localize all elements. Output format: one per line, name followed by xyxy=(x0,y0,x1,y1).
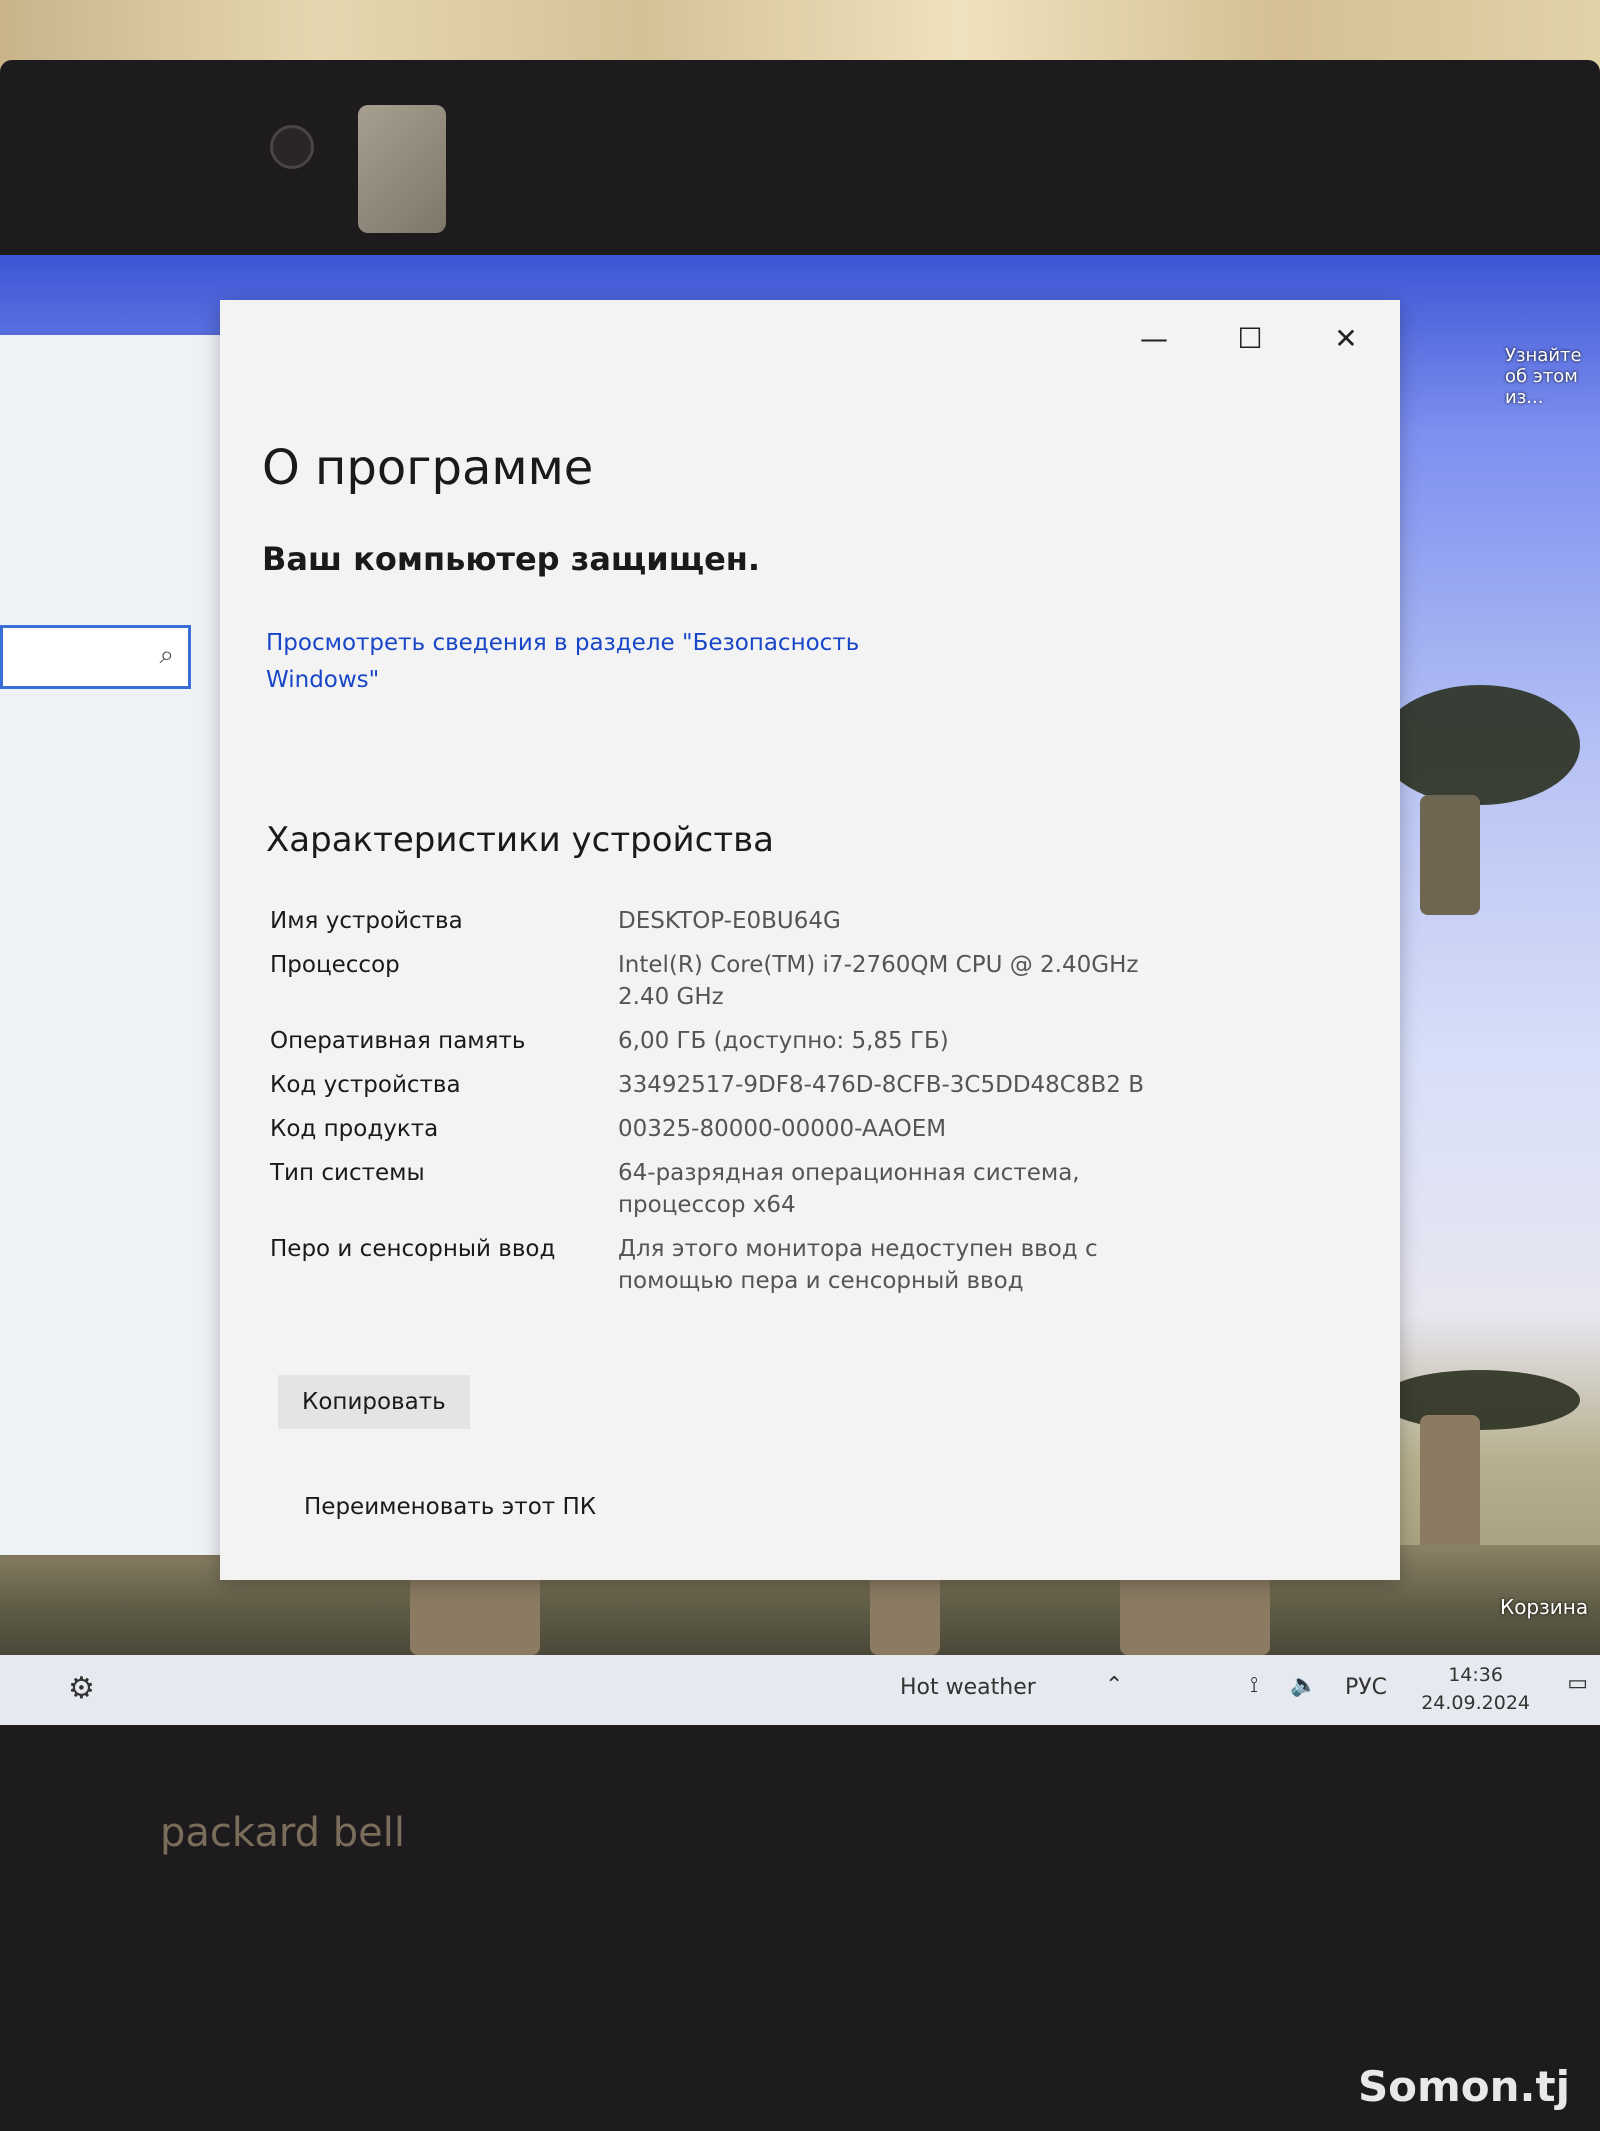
desktop-info-label[interactable]: Узнайте об этом из... xyxy=(1505,345,1595,408)
network-icon[interactable]: ⟟ xyxy=(1250,1673,1258,1698)
spec-row: Процессор Intel(R) Core(TM) i7-2760QM CP… xyxy=(270,949,1270,1013)
clock-time: 14:36 xyxy=(1448,1664,1503,1686)
about-window: — ☐ ✕ О программе Ваш компьютер защищен.… xyxy=(220,300,1400,1580)
maximize-button[interactable]: ☐ xyxy=(1226,318,1274,358)
volume-icon[interactable]: 🔈 xyxy=(1290,1673,1317,1698)
tree-canopy xyxy=(1380,1370,1580,1430)
spec-value: 64-разрядная операционная система, проце… xyxy=(618,1160,1080,1218)
spec-value: Для этого монитора недоступен ввод с пом… xyxy=(618,1236,1098,1294)
minimize-button[interactable]: — xyxy=(1130,318,1178,358)
spec-key: Тип системы xyxy=(270,1160,425,1186)
spec-value: 6,00 ГБ (доступно: 5,85 ГБ) xyxy=(618,1028,949,1054)
taskbar: ⚙ Hot weather ⌃ ⟟ 🔈 РУС 14:36 24.09.2024… xyxy=(0,1655,1600,1725)
spec-row: Код устройства 33492517-9DF8-476D-8CFB-3… xyxy=(270,1069,1270,1101)
protection-status: Ваш компьютер защищен. xyxy=(262,540,761,578)
weather-widget[interactable]: Hot weather xyxy=(900,1675,1036,1700)
window-controls: — ☐ ✕ xyxy=(1130,318,1370,358)
sticker xyxy=(358,105,446,233)
spec-row: Имя устройства DESKTOP-E0BU64G xyxy=(270,905,1270,937)
notification-icon[interactable]: ▭ xyxy=(1567,1671,1588,1696)
copy-button[interactable]: Копировать xyxy=(278,1375,470,1429)
close-button[interactable]: ✕ xyxy=(1322,318,1370,358)
spec-value: 33492517-9DF8-476D-8CFB-3C5DD48C8B2 B xyxy=(618,1072,1144,1098)
spec-key: Код продукта xyxy=(270,1116,439,1142)
spec-value: DESKTOP-E0BU64G xyxy=(618,908,841,934)
settings-side-panel: ⌕ xyxy=(0,335,220,1555)
laptop-brand-logo: packard bell xyxy=(160,1810,405,1856)
clock[interactable]: 14:36 24.09.2024 xyxy=(1421,1661,1530,1717)
rename-pc-button[interactable]: Переименовать этот ПК xyxy=(280,1480,620,1534)
clock-date: 24.09.2024 xyxy=(1421,1692,1530,1714)
chevron-up-icon[interactable]: ⌃ xyxy=(1105,1673,1123,1698)
tree-trunk xyxy=(1420,795,1480,915)
tree-canopy xyxy=(1380,685,1580,805)
spec-key: Оперативная память xyxy=(270,1028,526,1054)
search-input[interactable]: ⌕ xyxy=(0,625,191,689)
spec-key: Процессор xyxy=(270,952,400,978)
spec-key: Перо и сенсорный ввод xyxy=(270,1236,556,1262)
screen: ⌕ Узнайте об этом из... Корзина — ☐ ✕ О … xyxy=(0,255,1600,1725)
watermark: Somon.tj xyxy=(1357,2062,1570,2111)
language-indicator[interactable]: РУС xyxy=(1345,1675,1387,1700)
spec-key: Код устройства xyxy=(270,1072,461,1098)
spec-row: Тип системы 64-разрядная операционная си… xyxy=(270,1157,1270,1221)
spec-value: Intel(R) Core(TM) i7-2760QM CPU @ 2.40GH… xyxy=(618,952,1139,1010)
spec-row: Перо и сенсорный ввод Для этого монитора… xyxy=(270,1233,1270,1297)
device-specs-list: Имя устройства DESKTOP-E0BU64G Процессор… xyxy=(270,905,1270,1309)
device-specs-heading: Характеристики устройства xyxy=(266,820,774,860)
spec-row: Оперативная память 6,00 ГБ (доступно: 5,… xyxy=(270,1025,1270,1057)
windows-security-link[interactable]: Просмотреть сведения в разделе "Безопасн… xyxy=(266,625,916,699)
spec-key: Имя устройства xyxy=(270,908,463,934)
recycle-bin-label[interactable]: Корзина xyxy=(1500,1595,1588,1619)
webcam xyxy=(270,125,314,169)
spec-value: 00325-80000-00000-AAOEM xyxy=(618,1116,947,1142)
gear-icon[interactable]: ⚙ xyxy=(68,1671,95,1706)
spec-row: Код продукта 00325-80000-00000-AAOEM xyxy=(270,1113,1270,1145)
search-icon[interactable]: ⌕ xyxy=(159,640,174,671)
page-title: О программе xyxy=(262,440,594,496)
